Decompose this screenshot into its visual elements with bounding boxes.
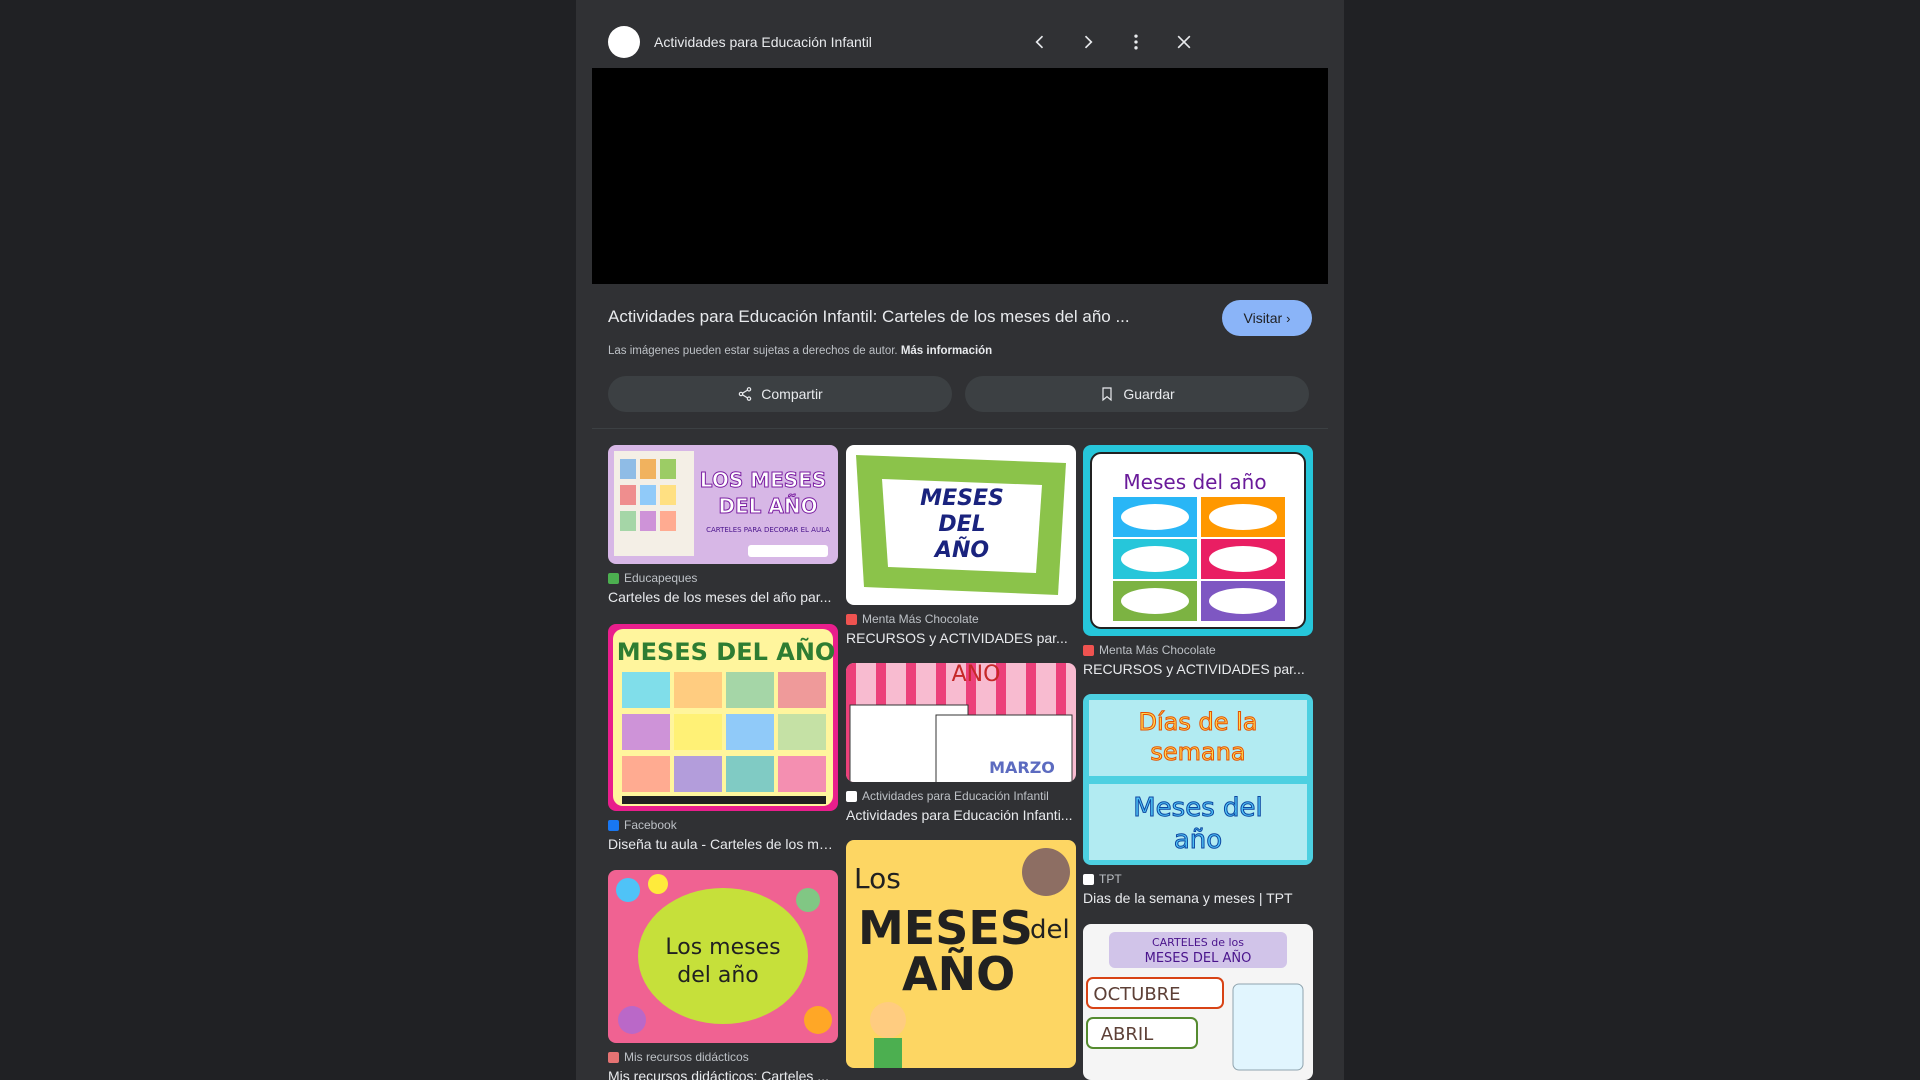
result-card[interactable]: AÑO MARZO Actividades para Educación Inf… [846, 663, 1076, 823]
svg-text:Los: Los [854, 862, 901, 895]
chevron-right-icon: › [1286, 310, 1291, 326]
svg-text:del: del [1030, 915, 1070, 945]
result-thumbnail[interactable]: MESES DEL AÑO [846, 445, 1076, 605]
result-card[interactable]: MESES DEL AÑO Menta Más Chocolate RECURS… [846, 445, 1076, 646]
result-card-title[interactable]: Actividades para Educación Infanti... [846, 807, 1076, 823]
svg-text:del año: del año [677, 963, 759, 988]
result-thumbnail[interactable]: AÑO MARZO [846, 663, 1076, 782]
svg-text:Días de la: Días de la [1139, 708, 1258, 736]
visit-label: Visitar [1243, 310, 1283, 326]
svg-text:DEL AÑO: DEL AÑO [718, 494, 817, 518]
more-options-button[interactable] [1120, 26, 1152, 58]
result-thumbnail[interactable]: LOS MESES DEL AÑO CARTELES PARA DECORAR … [608, 445, 838, 564]
result-thumbnail[interactable]: CARTELES de los MESES DEL AÑO OCTUBRE AB… [1083, 924, 1313, 1080]
result-card-title[interactable]: Dias de la semana y meses | TPT [1083, 890, 1313, 906]
svg-text:LOS MESES: LOS MESES [700, 468, 826, 492]
save-label: Guardar [1123, 386, 1175, 402]
svg-text:MESES DEL AÑO: MESES DEL AÑO [617, 637, 836, 666]
result-source: Mis recursos didácticos [608, 1050, 838, 1064]
favicon-icon [608, 572, 619, 584]
image-viewer-panel: Actividades para Educación Infantil Acti… [576, 0, 1344, 1080]
share-button[interactable]: Compartir [608, 376, 952, 412]
result-thumbnail[interactable]: Meses del año [1083, 445, 1313, 636]
result-thumbnail[interactable]: MESES DEL AÑO [608, 624, 838, 811]
source-name: TPT [1099, 872, 1122, 886]
result-title[interactable]: Actividades para Educación Infantil: Car… [608, 307, 1168, 327]
svg-text:AÑO: AÑO [952, 663, 1001, 687]
viewer-header: Actividades para Educación Infantil [576, 0, 1344, 68]
svg-text:AÑO: AÑO [933, 537, 989, 563]
result-source: Educapeques [608, 571, 838, 585]
svg-text:AÑO: AÑO [902, 947, 1015, 1001]
result-card[interactable]: LOS MESES DEL AÑO CARTELES PARA DECORAR … [608, 445, 838, 605]
close-icon [1177, 35, 1191, 49]
svg-text:semana: semana [1150, 738, 1245, 766]
result-thumbnail[interactable]: Los meses del año [608, 870, 838, 1043]
result-card[interactable]: MESES DEL AÑO Facebook Diseña tu aula - … [608, 624, 838, 852]
svg-text:Meses del año: Meses del año [1123, 470, 1266, 494]
chevron-right-icon [1084, 35, 1093, 49]
result-card[interactable]: Días de la semana Meses del año TPT Dias… [1083, 694, 1313, 906]
result-card[interactable]: CARTELES de los MESES DEL AÑO OCTUBRE AB… [1083, 924, 1313, 1080]
svg-text:Meses del: Meses del [1133, 793, 1263, 823]
source-name: Menta Más Chocolate [1099, 643, 1216, 657]
prev-button[interactable] [1024, 26, 1056, 58]
close-button[interactable] [1168, 26, 1200, 58]
svg-text:CARTELES de los: CARTELES de los [1152, 936, 1244, 949]
result-thumbnail[interactable]: Días de la semana Meses del año [1083, 694, 1313, 865]
source-title[interactable]: Actividades para Educación Infantil [654, 34, 872, 50]
result-card[interactable]: Los meses del año Mis recursos didáctico… [608, 870, 838, 1080]
result-source: TPT [1083, 872, 1313, 886]
divider [592, 428, 1328, 429]
source-avatar[interactable] [608, 26, 640, 58]
svg-text:Los meses: Los meses [665, 935, 780, 960]
favicon-icon [608, 819, 619, 831]
result-card-title[interactable]: Mis recursos didácticos: Carteles ... [608, 1068, 838, 1080]
svg-text:año: año [1174, 825, 1222, 855]
more-info-link[interactable]: Más información [901, 345, 992, 357]
favicon-icon [1083, 644, 1094, 656]
source-name: Facebook [624, 818, 677, 832]
save-button[interactable]: Guardar [965, 376, 1309, 412]
chevron-left-icon [1035, 35, 1044, 49]
favicon-icon [1083, 873, 1094, 885]
result-source: Facebook [608, 818, 838, 832]
copyright-notice: Las imágenes pueden estar sujetas a dere… [608, 345, 992, 357]
share-label: Compartir [761, 386, 823, 402]
favicon-icon [608, 1051, 619, 1063]
visit-button[interactable]: Visitar › [1222, 300, 1312, 336]
preview-media[interactable] [592, 68, 1328, 284]
source-name: Actividades para Educación Infantil [862, 789, 1049, 803]
svg-text:MESES DEL AÑO: MESES DEL AÑO [1145, 950, 1252, 966]
result-card-title[interactable]: RECURSOS y ACTIVIDADES par... [846, 630, 1076, 646]
result-card-title[interactable]: Carteles de los meses del año par... [608, 589, 838, 605]
bookmark-icon [1102, 387, 1112, 402]
svg-text:OCTUBRE: OCTUBRE [1093, 984, 1180, 1005]
result-card[interactable]: Los MESES del AÑO [846, 840, 1076, 1068]
source-name: Educapeques [624, 571, 698, 585]
more-vert-icon [1134, 34, 1138, 50]
share-icon [738, 387, 752, 401]
favicon-icon [846, 613, 857, 625]
source-name: Mis recursos didácticos [624, 1050, 749, 1064]
source-name: Menta Más Chocolate [862, 612, 979, 626]
svg-text:CARTELES PARA DECORAR EL AULA: CARTELES PARA DECORAR EL AULA [706, 526, 830, 534]
result-source: Menta Más Chocolate [1083, 643, 1313, 657]
result-card-title[interactable]: Diseña tu aula - Carteles de los me... [608, 836, 838, 852]
svg-text:ABRIL: ABRIL [1101, 1024, 1154, 1045]
result-source: Actividades para Educación Infantil [846, 789, 1076, 803]
result-thumbnail[interactable]: Los MESES del AÑO [846, 840, 1076, 1068]
copyright-text: Las imágenes pueden estar sujetas a dere… [608, 345, 898, 357]
svg-text:DEL: DEL [938, 512, 985, 537]
result-source: Menta Más Chocolate [846, 612, 1076, 626]
svg-text:MESES: MESES [920, 486, 1004, 511]
favicon-icon [846, 790, 857, 802]
svg-text:MARZO: MARZO [989, 758, 1055, 777]
next-button[interactable] [1072, 26, 1104, 58]
result-card-title[interactable]: RECURSOS y ACTIVIDADES par... [1083, 661, 1313, 677]
result-card[interactable]: Meses del año Menta Más Chocolate RECURS… [1083, 445, 1313, 677]
